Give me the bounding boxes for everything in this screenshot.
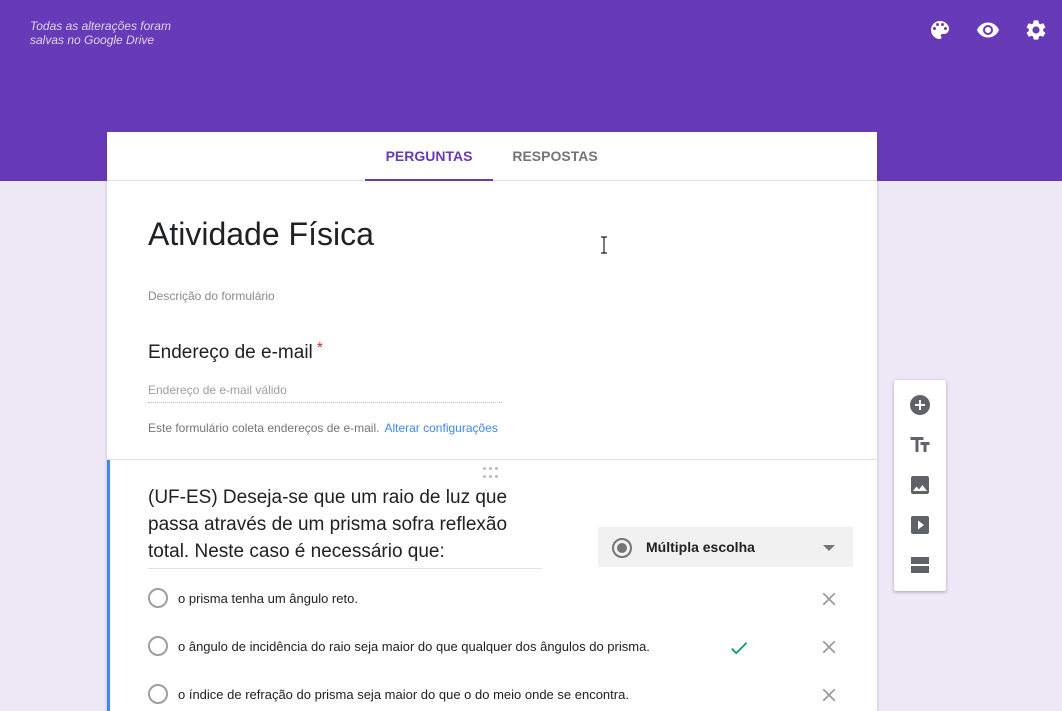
close-icon[interactable] xyxy=(818,684,840,706)
option-row: o índice de refração do prisma seja maio… xyxy=(148,682,848,706)
required-marker: * xyxy=(316,340,323,357)
tab-bar: PERGUNTAS RESPOSTAS xyxy=(107,132,877,181)
drag-handle-icon[interactable] xyxy=(483,467,501,479)
option-radio[interactable] xyxy=(148,684,168,704)
radio-button-icon xyxy=(612,538,632,558)
add-image-icon[interactable] xyxy=(908,473,932,497)
palette-icon[interactable] xyxy=(928,18,952,42)
option-radio[interactable] xyxy=(148,588,168,608)
option-label[interactable]: o prisma tenha um ângulo reto. xyxy=(178,591,358,606)
gear-settings-icon[interactable] xyxy=(1024,18,1048,42)
eye-preview-icon[interactable] xyxy=(976,18,1000,42)
email-answer-placeholder: Endereço de e-mail válido xyxy=(148,383,502,403)
header-actions xyxy=(928,18,1048,42)
tab-questions[interactable]: PERGUNTAS xyxy=(365,132,493,181)
close-icon[interactable] xyxy=(818,588,840,610)
email-question-title: Endereço de e-mail * xyxy=(148,340,323,364)
change-settings-link[interactable]: Alterar configurações xyxy=(384,421,497,435)
email-question-label: Endereço de e-mail xyxy=(148,342,313,363)
email-note-text: Este formulário coleta endereços de e-ma… xyxy=(148,421,380,435)
text-cursor-icon xyxy=(600,236,608,254)
side-toolbar xyxy=(894,380,946,591)
tab-responses[interactable]: RESPOSTAS xyxy=(493,132,617,181)
correct-answer-check-icon xyxy=(728,637,750,659)
question-type-label: Múltipla escolha xyxy=(646,539,755,555)
add-video-icon[interactable] xyxy=(908,513,932,537)
add-title-icon[interactable] xyxy=(908,433,932,457)
save-status: Todas as alterações foram salvas no Goog… xyxy=(30,19,171,47)
option-row: o ângulo de incidência do raio seja maio… xyxy=(148,634,848,658)
add-question-icon[interactable] xyxy=(908,393,932,417)
option-row: o prisma tenha um ângulo reto. xyxy=(148,586,848,610)
form-title[interactable]: Atividade Física xyxy=(148,216,374,253)
question-type-dropdown[interactable]: Múltipla escolha xyxy=(598,527,853,567)
dropdown-arrow-icon xyxy=(823,545,835,551)
option-label[interactable]: o ângulo de incidência do raio seja maio… xyxy=(178,639,650,654)
active-question-indicator xyxy=(107,460,110,711)
question-card[interactable]: (UF-ES) Deseja-se que um raio de luz que… xyxy=(107,459,877,711)
add-section-icon[interactable] xyxy=(908,553,932,577)
option-radio[interactable] xyxy=(148,636,168,656)
close-icon[interactable] xyxy=(818,636,840,658)
form-description-field[interactable]: Descrição do formulário xyxy=(148,289,275,303)
email-collection-note: Este formulário coleta endereços de e-ma… xyxy=(148,421,498,435)
question-title-field[interactable]: (UF-ES) Deseja-se que um raio de luz que… xyxy=(148,484,542,569)
option-label[interactable]: o índice de refração do prisma seja maio… xyxy=(178,687,629,702)
form-card: PERGUNTAS RESPOSTAS Atividade Física Des… xyxy=(107,132,877,711)
